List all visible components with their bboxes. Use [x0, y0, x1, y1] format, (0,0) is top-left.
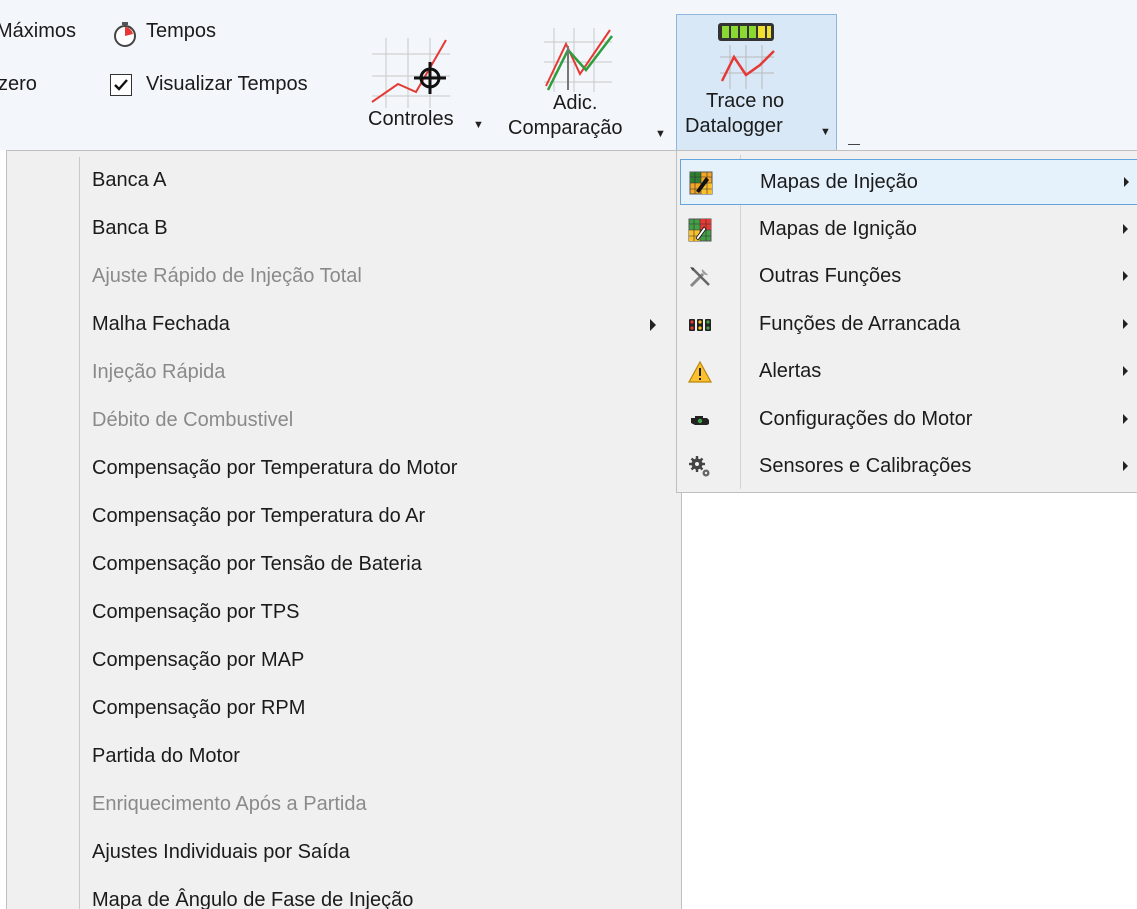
submenu-item-label: Configurações do Motor	[759, 408, 973, 430]
trace-datalogger-menu: Mapas de Injeção Mapas de Ignição Outras F…	[676, 150, 1137, 493]
chevron-down-icon: ▼	[655, 128, 666, 140]
adic-label: Adic.	[553, 92, 598, 114]
submenu-item[interactable]: Sensores e Calibrações	[680, 444, 1137, 490]
menu-item-label: Banca A	[92, 169, 167, 191]
chevron-down-icon: ▼	[820, 126, 831, 138]
submenu-item[interactable]: Mapas de Ignição	[680, 207, 1137, 253]
menu-item: Injeção Rápida	[7, 351, 681, 399]
submenu-arrow-icon	[650, 319, 656, 331]
menu-item-label: Compensação por Temperatura do Motor	[92, 457, 458, 479]
submenu-arrow-icon	[1123, 224, 1128, 234]
submenu-arrow-icon	[1123, 414, 1128, 424]
menu-item-label: Compensação por MAP	[92, 649, 305, 671]
stopwatch-icon	[113, 22, 137, 48]
menu-item-label: Compensação por TPS	[92, 601, 300, 623]
submenu-item-label: Funções de Arrancada	[759, 313, 961, 335]
menu-item[interactable]: Compensação por Tensão de Bateria	[7, 543, 681, 591]
engine-icon	[688, 408, 712, 432]
controles-label: Controles	[368, 108, 454, 130]
ribbon-toolbar: Máximos Tempos zero Visualizar Tempos Co…	[0, 0, 1137, 152]
comparacao-label: Comparação	[508, 117, 623, 139]
menu-item: Ajuste Rápido de Injeção Total	[7, 255, 681, 303]
menu-item-label: Malha Fechada	[92, 313, 230, 335]
menu-item-label: Injeção Rápida	[92, 361, 226, 383]
visualizar-tempos-checkbox[interactable]	[110, 74, 132, 96]
submenu-item-label: Alertas	[759, 360, 822, 382]
warning-icon	[687, 360, 713, 384]
menu-item: Débito de Combustivel	[7, 399, 681, 447]
chevron-down-icon: ▼	[473, 119, 484, 131]
menu-item-label: Banca B	[92, 217, 168, 239]
menu-item[interactable]: Compensação por RPM	[7, 687, 681, 735]
submenu-arrow-icon	[1123, 319, 1128, 329]
injection-map-icon	[689, 171, 713, 195]
trace-chart-icon	[718, 23, 775, 89]
submenu-item[interactable]: Funções de Arrancada	[680, 302, 1137, 348]
trace-no-label: Trace no	[706, 90, 785, 112]
menu-item-label: Compensação por Tensão de Bateria	[92, 553, 422, 575]
ignition-map-icon	[688, 218, 712, 242]
menu-item[interactable]: Ajustes Individuais por Saída	[7, 831, 681, 879]
submenu-item-label: Mapas de Injeção	[760, 171, 918, 193]
menu-item[interactable]: Banca B	[7, 207, 681, 255]
menu-item-label: Ajuste Rápido de Injeção Total	[92, 265, 362, 287]
zero-button[interactable]: zero	[0, 73, 37, 96]
submenu-arrow-icon	[1124, 177, 1129, 187]
menu-item-label: Compensação por RPM	[92, 697, 306, 719]
drag-lights-icon	[688, 313, 712, 337]
fuel-maps-menu: Banca A Banca B Ajuste Rápido de Injeção T…	[6, 150, 682, 909]
submenu-item[interactable]: Alertas	[680, 349, 1137, 395]
tempos-button[interactable]: Tempos	[146, 20, 216, 43]
submenu-arrow-icon	[1123, 461, 1128, 471]
crosshair-chart-icon	[371, 38, 450, 108]
submenu-item-label: Mapas de Ignição	[759, 218, 917, 240]
menu-item-label: Ajustes Individuais por Saída	[92, 841, 350, 863]
datalogger-label: Datalogger	[685, 115, 783, 137]
submenu-item[interactable]: Mapas de Injeção	[680, 159, 1137, 205]
menu-item[interactable]: Malha Fechada	[7, 303, 681, 351]
submenu-arrow-icon	[1123, 366, 1128, 376]
menu-item[interactable]: Mapa de Ângulo de Fase de Injeção	[7, 879, 681, 909]
menu-item-label: Compensação por Temperatura do Ar	[92, 505, 426, 527]
menu-item-label: Partida do Motor	[92, 745, 240, 767]
visualizar-tempos-label: Visualizar Tempos	[146, 73, 308, 95]
maximos-button[interactable]: Máximos	[0, 20, 76, 43]
submenu-item-label: Outras Funções	[759, 265, 902, 287]
ribbon-separator	[848, 144, 860, 145]
submenu-item-label: Sensores e Calibrações	[759, 455, 972, 477]
menu-item[interactable]: Banca A	[7, 159, 681, 207]
menu-item[interactable]: Compensação por Temperatura do Ar	[7, 495, 681, 543]
app-window: Máximos Tempos zero Visualizar Tempos Co…	[0, 0, 1137, 909]
menu-item-label: Mapa de Ângulo de Fase de Injeção	[92, 889, 414, 909]
submenu-arrow-icon	[1123, 271, 1128, 281]
checkmark-icon	[114, 79, 128, 91]
submenu-item[interactable]: Configurações do Motor	[680, 397, 1137, 443]
menu-item[interactable]: Compensação por Temperatura do Motor	[7, 447, 681, 495]
menu-item[interactable]: Partida do Motor	[7, 735, 681, 783]
menu-item-label: Enriquecimento Após a Partida	[92, 793, 367, 815]
compare-chart-icon	[544, 28, 613, 92]
menu-item[interactable]: Compensação por MAP	[7, 639, 681, 687]
menu-item-label: Débito de Combustivel	[92, 409, 294, 431]
submenu-item[interactable]: Outras Funções	[680, 254, 1137, 300]
gears-icon	[688, 455, 712, 479]
tools-icon	[688, 265, 712, 289]
menu-item[interactable]: Compensação por TPS	[7, 591, 681, 639]
menu-item: Enriquecimento Após a Partida	[7, 783, 681, 831]
